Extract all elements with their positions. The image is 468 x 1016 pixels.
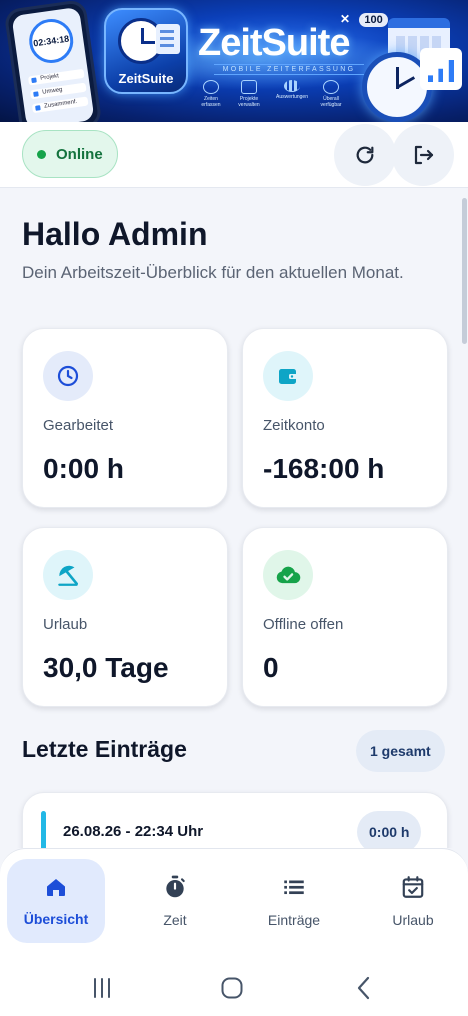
nav-item-overview[interactable]: Übersicht: [7, 859, 105, 943]
bottom-navigation: Übersicht Zeit Einträge Urlaub: [0, 848, 468, 958]
system-navigation-bar: [0, 958, 468, 1016]
stat-card-vacation[interactable]: Urlaub 30,0 Tage: [22, 527, 228, 707]
nav-item-vacation[interactable]: Urlaub: [364, 859, 462, 943]
bar-chart-icon: [284, 80, 300, 92]
back-button[interactable]: [344, 968, 384, 1008]
calendar-check-icon: [402, 876, 424, 898]
clock-icon: [43, 351, 93, 401]
stat-value: 0: [263, 652, 279, 683]
battery-indicator: 100: [359, 13, 388, 27]
status-dot: [37, 149, 46, 159]
stat-card-balance[interactable]: Zeitkonto -168:00 h: [242, 328, 448, 508]
cloud-check-icon: [263, 550, 313, 600]
app-logo-label: ZeitSuite: [118, 71, 174, 86]
entry-duration-badge: 0:00 h: [357, 811, 422, 848]
refresh-button[interactable]: [334, 124, 396, 186]
logout-button[interactable]: [392, 124, 454, 186]
brand-subtitle: MOBILE ZEITERFASSUNG: [214, 64, 364, 75]
page-subtitle: Dein Arbeitszeit-Überblick für den aktue…: [22, 263, 404, 282]
top-bar: Online: [0, 122, 468, 188]
stat-value: 0:00 h: [43, 453, 124, 484]
stopwatch-icon: [166, 875, 185, 898]
feature-reports: Auswertungen: [274, 80, 310, 100]
nav-item-entries[interactable]: Einträge: [245, 859, 343, 943]
recents-button[interactable]: [82, 968, 122, 1008]
list-icon: [284, 880, 304, 895]
section-title: Letzte Einträge: [22, 736, 187, 762]
entry-date: 26.08.26 - 22:34 Uhr: [63, 823, 204, 840]
nav-label: Einträge: [267, 912, 321, 928]
online-status-badge: Online: [22, 130, 118, 178]
entries-count-badge: 1 gesamt: [356, 730, 445, 772]
nav-item-time[interactable]: Zeit: [126, 859, 224, 943]
system-home-icon: [221, 977, 243, 999]
entry-card[interactable]: 26.08.26 - 22:34 Uhr 0:00 h: [22, 792, 448, 848]
feature-time: Zeiten erfassen: [196, 80, 226, 108]
wallet-icon: [263, 351, 313, 401]
cloud-icon: [323, 80, 339, 94]
refresh-icon: [356, 146, 374, 164]
nav-label: Urlaub: [392, 912, 434, 928]
main-content[interactable]: Hallo Admin Dein Arbeitszeit-Überblick f…: [0, 188, 468, 848]
chart-graphic: [420, 48, 462, 90]
stat-label: Offline offen: [263, 616, 344, 633]
clipboard-icon: [241, 80, 257, 94]
feature-cloud: Überall verfügbar: [316, 80, 346, 108]
scrollbar[interactable]: [462, 198, 467, 344]
status-label: Online: [56, 145, 103, 163]
status-bar: ✕ 100: [340, 12, 388, 27]
clock-icon: [203, 80, 219, 94]
stat-value: -168:00 h: [263, 453, 385, 484]
home-icon: [47, 879, 65, 896]
logout-icon: [414, 145, 434, 165]
phone-row: Zusammenf.: [31, 96, 89, 114]
app-logo: ZeitSuite: [104, 8, 188, 94]
stat-card-offline[interactable]: Offline offen 0: [242, 527, 448, 707]
stat-label: Gearbeitet: [43, 417, 114, 434]
stat-label: Zeitkonto: [263, 417, 325, 434]
back-icon: [357, 976, 370, 1000]
stat-value: 30,0 Tage: [43, 652, 169, 683]
nav-label: Übersicht: [23, 911, 89, 927]
stat-label: Urlaub: [43, 616, 88, 633]
page-title: Hallo Admin: [22, 216, 208, 252]
phone-mockup: 02:34:18 Projekt Umweg Zusammenf.: [3, 0, 103, 122]
nav-label: Zeit: [163, 912, 187, 928]
document-icon: [156, 24, 180, 54]
brand-title: ZeitSuite: [198, 22, 350, 64]
recents-icon: [94, 978, 110, 998]
umbrella-icon: [43, 550, 93, 600]
phone-time: 02:34:18: [26, 16, 77, 66]
header-banner: 02:34:18 Projekt Umweg Zusammenf. ZeitSu…: [0, 0, 468, 122]
stat-card-worked[interactable]: Gearbeitet 0:00 h: [22, 328, 228, 508]
system-home-button[interactable]: [212, 968, 252, 1008]
entry-accent: [41, 811, 46, 848]
feature-projects: Projekte verwalten: [234, 80, 264, 108]
mute-icon: ✕: [340, 12, 351, 26]
